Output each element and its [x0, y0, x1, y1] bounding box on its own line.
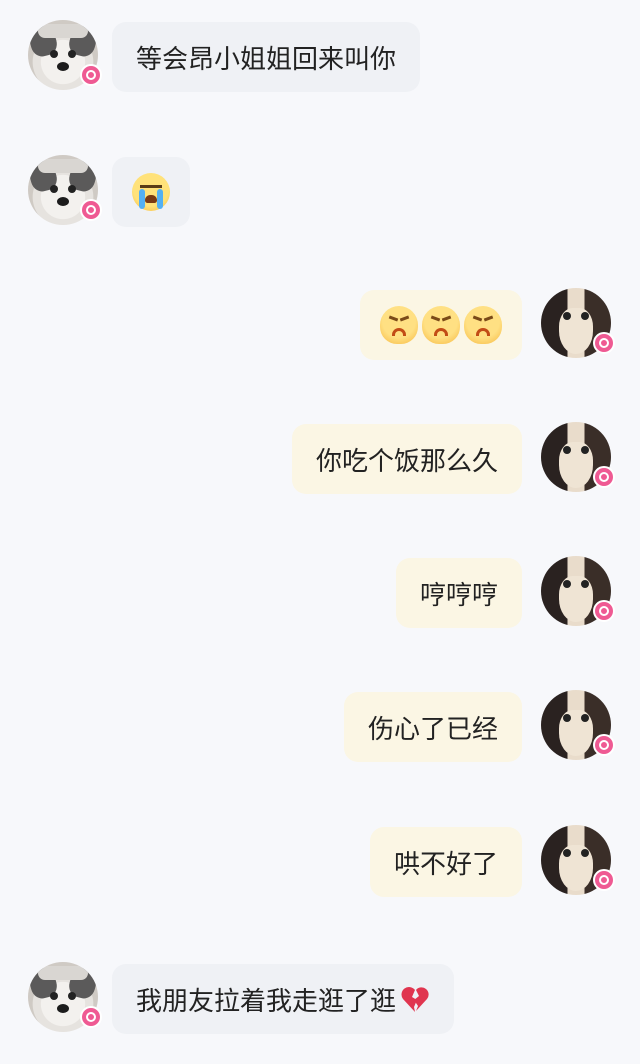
gender-badge-icon	[593, 869, 615, 891]
message-bubble[interactable]: 你吃个饭那么久	[291, 424, 522, 494]
dog-avatar[interactable]	[28, 155, 102, 225]
cat-avatar[interactable]	[541, 422, 615, 492]
message-text: 你吃个饭那么久	[315, 446, 498, 477]
broken-heart-icon	[400, 985, 430, 1013]
message-row: 我朋友拉着我走逛了逛	[0, 962, 640, 1042]
dog-avatar[interactable]	[28, 20, 102, 90]
cat-avatar[interactable]	[541, 825, 615, 895]
message-bubble[interactable]: 哼哼哼	[395, 558, 522, 628]
message-text: 哄不好了	[393, 849, 498, 880]
message-text: 伤心了已经	[367, 714, 498, 745]
cat-avatar[interactable]	[541, 690, 615, 760]
message-text: 我朋友拉着我走逛了逛	[136, 986, 397, 1017]
message-bubble[interactable]: 我朋友拉着我走逛了逛	[112, 964, 455, 1034]
gender-badge-icon	[80, 199, 102, 221]
message-row: 哼哼哼	[0, 556, 640, 636]
message-row: 伤心了已经	[0, 690, 640, 770]
angry-face-icon	[464, 306, 502, 344]
message-bubble[interactable]: 伤心了已经	[343, 692, 522, 762]
message-bubble[interactable]	[112, 157, 190, 227]
cat-avatar[interactable]	[541, 288, 615, 358]
message-bubble[interactable]: 等会昂小姐姐回来叫你	[112, 22, 421, 92]
gender-badge-icon	[80, 64, 102, 86]
message-bubble[interactable]	[360, 290, 522, 360]
chat-thread: 等会昂小姐姐回来叫你 你吃个饭那么久 哼哼哼 伤心了已经 哄不好了 我朋友拉着我…	[0, 0, 640, 1064]
message-row	[0, 288, 640, 368]
message-text: 等会昂小姐姐回来叫你	[136, 44, 397, 75]
gender-badge-icon	[593, 466, 615, 488]
gender-badge-icon	[80, 1006, 102, 1028]
gender-badge-icon	[593, 332, 615, 354]
angry-face-icon	[422, 306, 460, 344]
message-row: 等会昂小姐姐回来叫你	[0, 20, 640, 100]
angry-face-icon	[380, 306, 418, 344]
message-row	[0, 155, 640, 235]
message-bubble[interactable]: 哄不好了	[369, 827, 522, 897]
cat-avatar[interactable]	[541, 556, 615, 626]
gender-badge-icon	[593, 734, 615, 756]
gender-badge-icon	[593, 600, 615, 622]
message-row: 哄不好了	[0, 825, 640, 905]
dog-avatar[interactable]	[28, 962, 102, 1032]
message-text: 哼哼哼	[419, 580, 498, 611]
message-row: 你吃个饭那么久	[0, 422, 640, 502]
crying-face-icon	[132, 173, 170, 211]
